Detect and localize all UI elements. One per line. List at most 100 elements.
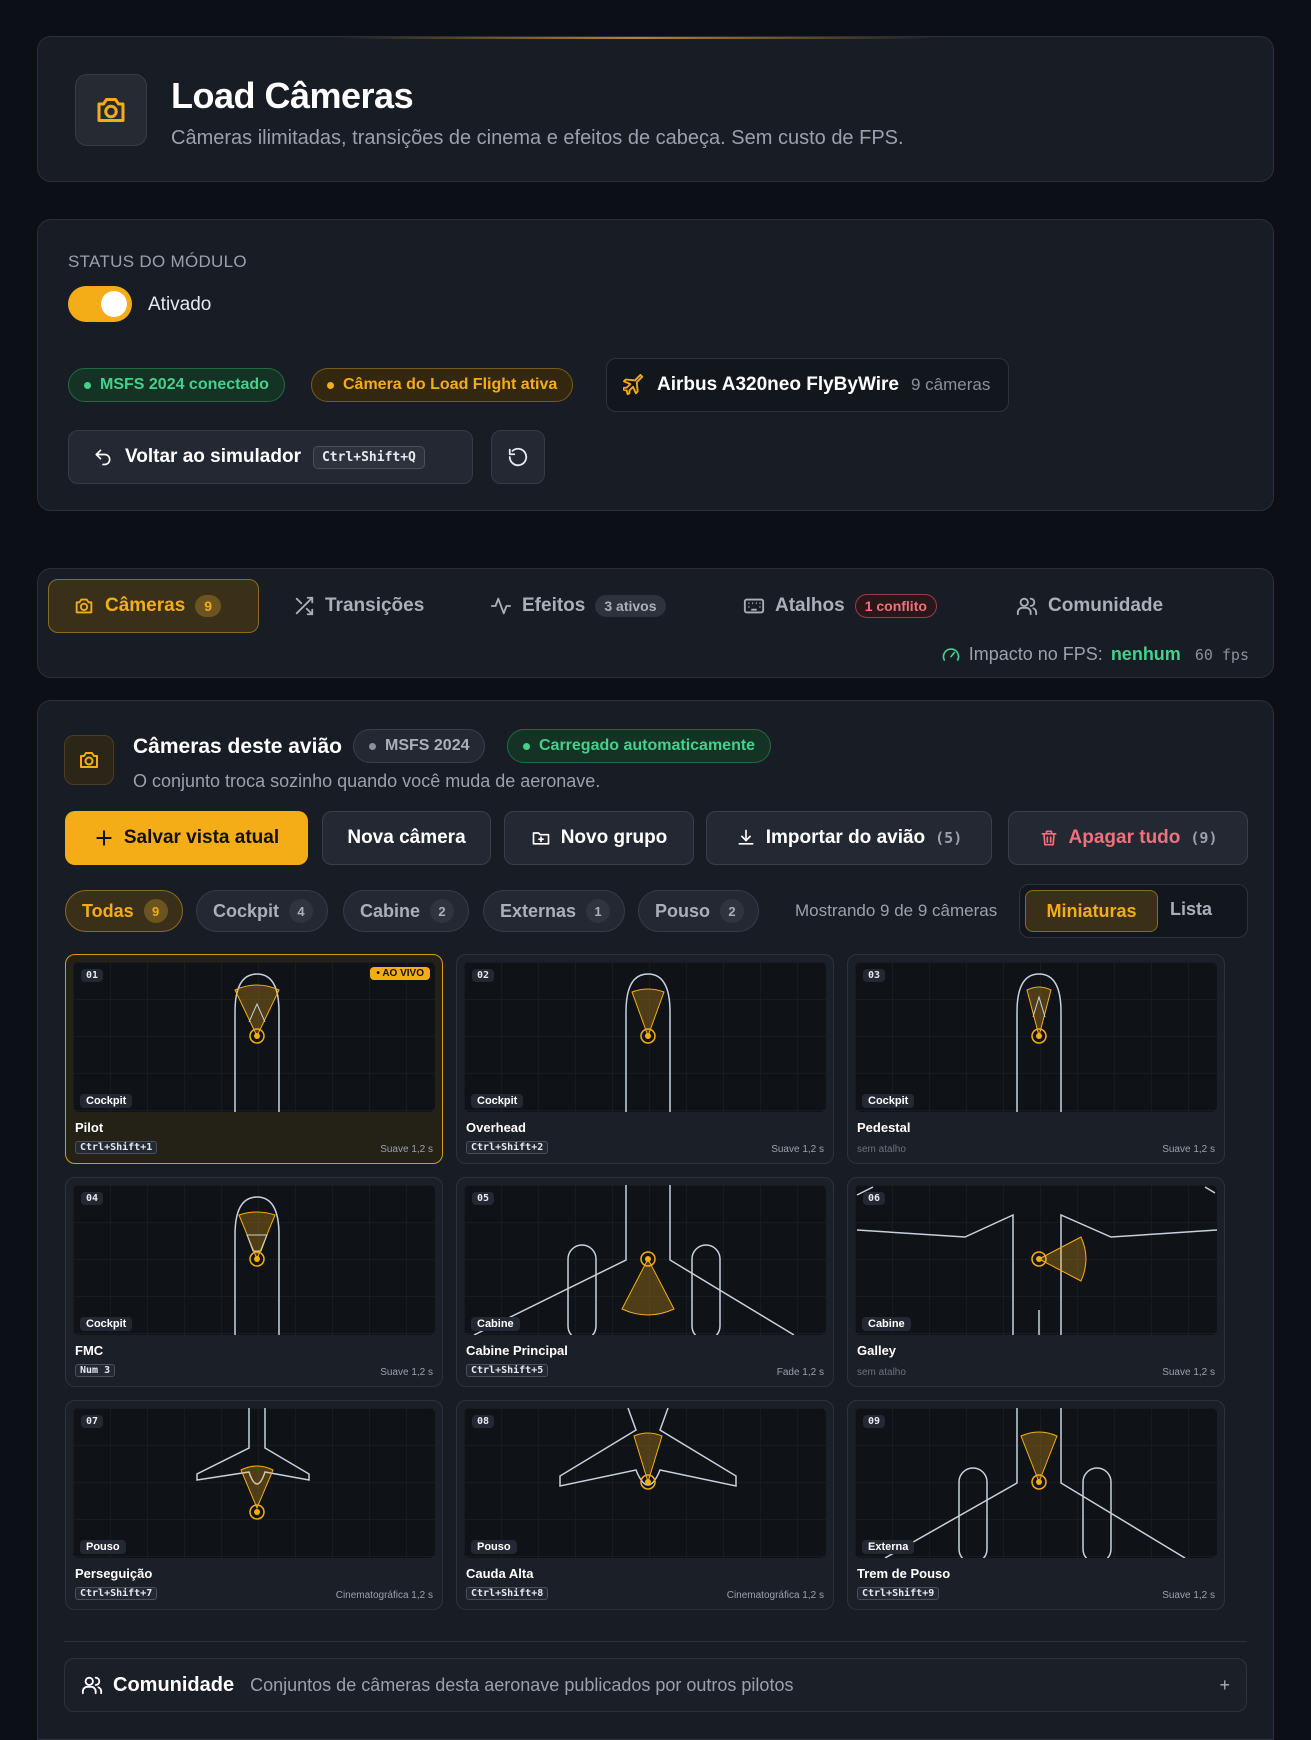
camera-name: Pedestal [857,1120,911,1135]
trash-icon [1041,830,1056,846]
camera-shortcut: Ctrl+Shift+9 [857,1587,940,1600]
camera-number: 07 [81,1415,104,1428]
camera-shortcut: sem atalho [857,1367,906,1378]
camera-card[interactable]: 05 Cabine Cabine Principal Ctrl+Shift+5 … [456,1177,834,1387]
camera-group-tag: Externa [862,1540,915,1554]
tab-cameras-label: Câmeras [105,595,186,616]
tab-shortcuts[interactable]: Atalhos 1 conflito [743,579,937,633]
keyboard-icon [743,598,765,614]
filter-label: Externas [500,900,577,921]
sim-connected-text: MSFS 2024 conectado [100,376,269,393]
cameras-panel: Câmeras deste avião MSFS 2024 Carregado … [37,700,1274,1740]
camera-diagram [464,1408,826,1558]
camera-shortcut: Ctrl+Shift+8 [466,1587,549,1600]
aircraft-name: Airbus A320neo FlyByWire [657,374,899,395]
camera-transition: Cinematográfica 1,2 s [726,1590,824,1601]
camera-name: Galley [857,1343,897,1358]
camera-name: Overhead [466,1120,526,1135]
users-icon [1016,597,1038,616]
filter-landing[interactable]: Pouso 2 [638,890,760,932]
filter-all[interactable]: Todas 9 [65,890,183,932]
page-title: Load Câmeras [171,75,414,116]
camera-group-tag: Cockpit [80,1094,133,1108]
camera-diagram [855,1408,1217,1558]
camera-card[interactable]: 01 • AO VIVO Cockpit Pilot Ctrl+Shift+1 … [65,954,443,1164]
gauge-icon [942,647,960,661]
status-dot [523,742,530,750]
camera-name: Trem de Pouso [857,1566,951,1581]
undo-icon [95,449,111,466]
camera-transition: Suave 1,2 s [1162,1590,1215,1601]
module-toggle[interactable] [68,286,132,322]
import-button[interactable]: Importar do avião (5) [706,811,992,865]
camera-number: 03 [863,969,886,982]
new-group-button[interactable]: Novo grupo [504,811,694,865]
community-title: Comunidade [113,1673,235,1696]
camera-number: 04 [81,1192,104,1205]
camera-card[interactable]: 02 Cockpit Overhead Ctrl+Shift+2 Suave 1… [456,954,834,1164]
tab-effects-label: Efeitos [522,595,586,616]
app-header: Load Câmeras Câmeras ilimitadas, transiç… [37,36,1274,182]
camera-card[interactable]: 08 Pouso Cauda Alta Ctrl+Shift+8 Cinemat… [456,1400,834,1610]
community-section[interactable]: Comunidade Conjuntos de câmeras desta ae… [64,1658,1247,1712]
filter-count: 2 [430,899,455,923]
save-view-button[interactable]: Salvar vista atual [65,811,308,865]
camera-group-tag: Cockpit [80,1317,133,1331]
save-view-label: Salvar vista atual [123,827,280,848]
plus-icon [96,830,112,846]
camera-number: 08 [472,1415,495,1428]
sim-connected-badge: MSFS 2024 conectado [68,368,285,402]
filter-label: Cabine [360,900,421,921]
camera-transition: Suave 1,2 s [1162,1144,1215,1155]
tab-effects[interactable]: Efeitos 3 ativos [490,579,666,633]
camera-card[interactable]: 09 Externa Trem de Pouso Ctrl+Shift+9 Su… [847,1400,1225,1610]
filter-cockpit[interactable]: Cockpit 4 [196,890,329,932]
aircraft-selector[interactable]: Airbus A320neo FlyByWire 9 câmeras [606,358,1010,412]
status-label: STATUS DO MÓDULO [68,252,247,271]
users-icon [81,1676,103,1695]
camera-thumbnail: 01 • AO VIVO Cockpit [73,962,435,1112]
camera-diagram [73,962,435,1112]
reset-button[interactable] [491,430,545,484]
view-list-button[interactable]: Lista [1170,899,1212,920]
fps-number: 60 fps [1194,645,1249,664]
camera-thumbnail: 04 Cockpit [73,1185,435,1335]
divider [64,1641,1247,1642]
download-icon [738,829,754,845]
tab-transitions[interactable]: Transições [293,579,424,633]
filter-cabin[interactable]: Cabine 2 [343,890,470,932]
camera-group-tag: Pouso [80,1540,126,1554]
camera-diagram [855,962,1217,1112]
camera-active-badge: Câmera do Load Flight ativa [311,368,574,402]
camera-transition: Fade 1,2 s [776,1367,824,1378]
camera-shortcut: Ctrl+Shift+7 [75,1587,158,1600]
camera-diagram [464,1185,826,1335]
header-glow [338,37,938,39]
tab-cameras[interactable]: Câmeras 9 [48,579,259,633]
filter-count: 1 [586,899,611,923]
camera-name: Perseguição [75,1566,153,1581]
status-dot [369,742,376,750]
module-status-card: STATUS DO MÓDULO Ativado MSFS 2024 conec… [37,219,1274,511]
expand-icon[interactable]: + [1219,1675,1230,1696]
new-camera-button[interactable]: Nova câmera [322,811,491,865]
camera-diagram [855,1185,1217,1335]
camera-card[interactable]: 06 Cabine Galley sem atalho Suave 1,2 s [847,1177,1225,1387]
delete-all-button[interactable]: Apagar tudo (9) [1008,811,1248,865]
camera-number: 02 [472,969,495,982]
camera-card[interactable]: 07 Pouso Perseguição Ctrl+Shift+7 Cinema… [65,1400,443,1610]
back-to-sim-button[interactable]: Voltar ao simulador Ctrl+Shift+Q [68,430,473,484]
camera-card[interactable]: 04 Cockpit FMC Num 3 Suave 1,2 s [65,1177,443,1387]
camera-card[interactable]: 03 Cockpit Pedestal sem atalho Suave 1,2… [847,954,1225,1164]
tab-community[interactable]: Comunidade [1016,579,1163,633]
filter-external[interactable]: Externas 1 [483,890,626,932]
back-to-sim-label: Voltar ao simulador [125,446,301,467]
camera-shortcut: sem atalho [857,1144,906,1155]
folder-plus-icon [532,832,550,845]
camera-icon [64,735,114,785]
view-thumbnails-button[interactable]: Miniaturas [1025,890,1158,932]
shuffle-icon [295,596,314,616]
filter-count: 9 [143,899,168,923]
camera-group-tag: Cockpit [862,1094,915,1108]
sim-badge: MSFS 2024 [353,729,486,763]
